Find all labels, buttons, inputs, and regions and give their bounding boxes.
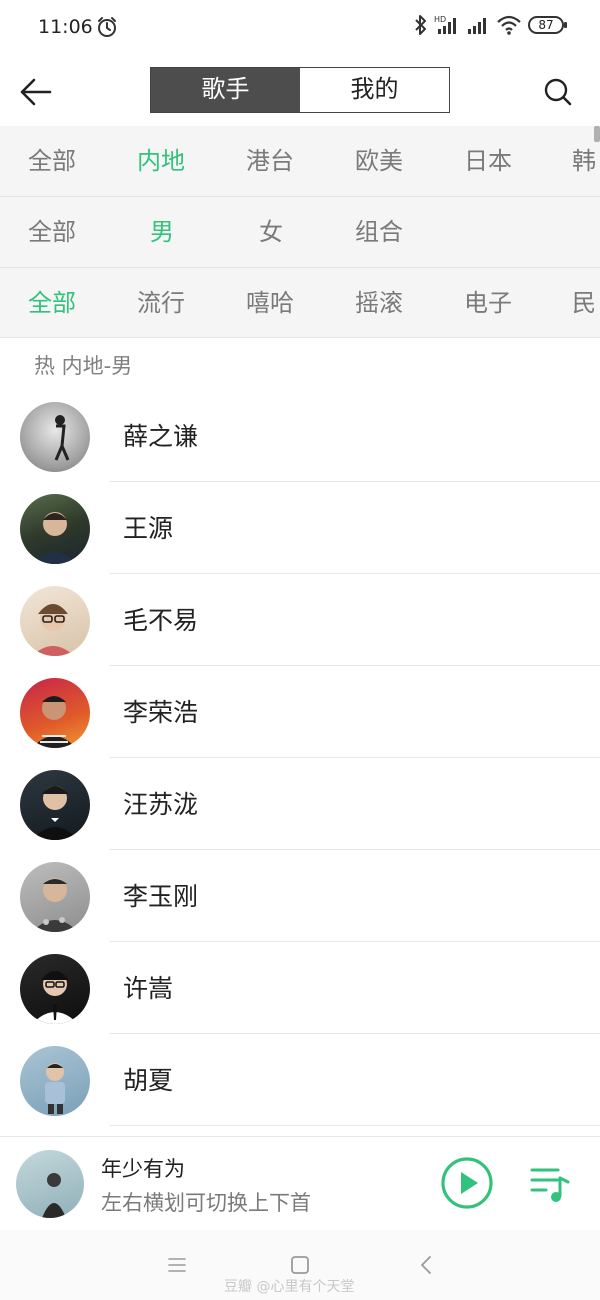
search-icon[interactable] (540, 74, 576, 110)
status-time: 11:06 (38, 16, 93, 38)
row-divider (110, 1125, 600, 1126)
filter-gender-male[interactable]: 男 (150, 197, 260, 267)
singer-row[interactable]: 李玉刚 (0, 850, 600, 942)
filter-scrollbar[interactable] (594, 126, 600, 142)
singer-row[interactable]: 王源 (0, 482, 600, 574)
alarm-icon (98, 17, 116, 37)
hd-signal-icon: HD (434, 15, 456, 34)
tab-mine[interactable]: 我的 (300, 68, 449, 112)
filter-region-western[interactable]: 欧美 (355, 126, 465, 196)
playlist-icon[interactable] (528, 1162, 572, 1206)
singer-avatar (20, 586, 90, 656)
region-filter-row: 全部 内地 港台 欧美 日本 韩 (0, 126, 600, 197)
filter-genre-folk[interactable]: 民 (572, 268, 600, 337)
filter-gender-female[interactable]: 女 (259, 197, 369, 267)
section-title: 热 内地-男 (34, 354, 133, 378)
singer-list: 薛之谦 王源 毛不易 李荣浩 汪苏泷 李玉刚 许嵩 胡夏 (0, 390, 600, 1126)
singer-avatar (20, 402, 90, 472)
singer-avatar (20, 678, 90, 748)
singer-row[interactable]: 汪苏泷 (0, 758, 600, 850)
bluetooth-icon (415, 15, 426, 35)
singer-name: 毛不易 (123, 606, 199, 635)
singer-row[interactable]: 胡夏 (0, 1034, 600, 1126)
singer-avatar (20, 1046, 90, 1116)
mini-player[interactable]: 年少有为 左右横划可切换上下首 (0, 1136, 600, 1230)
system-nav-bar: 豆瓣 @心里有个天堂 (0, 1230, 600, 1300)
filter-panel: 全部 内地 港台 欧美 日本 韩 全部 男 女 组合 全部 流行 嘻哈 摇滚 电… (0, 126, 600, 338)
singer-avatar (20, 770, 90, 840)
singer-avatar (20, 862, 90, 932)
filter-gender-group[interactable]: 组合 (355, 197, 465, 267)
singer-row[interactable]: 李荣浩 (0, 666, 600, 758)
singer-name: 汪苏泷 (123, 790, 199, 819)
battery-icon: 87 (528, 16, 567, 34)
singer-name: 李荣浩 (123, 698, 199, 727)
filter-genre-rock[interactable]: 摇滚 (355, 268, 465, 337)
watermark: 豆瓣 @心里有个天堂 (224, 1279, 355, 1295)
singer-avatar (20, 954, 90, 1024)
signal-icon (468, 18, 486, 34)
nav-back-icon[interactable] (412, 1250, 442, 1280)
filter-genre-all[interactable]: 全部 (28, 268, 138, 337)
genre-filter-row: 全部 流行 嘻哈 摇滚 电子 民 (0, 268, 600, 338)
singer-name: 胡夏 (123, 1066, 174, 1095)
singer-name: 许嵩 (123, 974, 174, 1003)
status-icons: HD 87 (414, 14, 567, 36)
singer-row[interactable]: 毛不易 (0, 574, 600, 666)
singer-avatar (20, 494, 90, 564)
filter-region-hktw[interactable]: 港台 (246, 126, 356, 196)
singer-name: 王源 (123, 514, 174, 543)
menu-icon[interactable] (162, 1250, 192, 1280)
top-bar: 歌手 我的 (0, 58, 600, 126)
status-bar: 11:06 HD 87 (0, 0, 600, 58)
tab-singers[interactable]: 歌手 (151, 68, 300, 112)
singer-name: 薛之谦 (123, 422, 199, 451)
gender-filter-row: 全部 男 女 组合 (0, 197, 600, 268)
filter-genre-hiphop[interactable]: 嘻哈 (246, 268, 356, 337)
filter-region-all[interactable]: 全部 (28, 126, 138, 196)
filter-gender-all[interactable]: 全部 (28, 197, 138, 267)
wifi-icon (497, 15, 521, 35)
filter-genre-pop[interactable]: 流行 (137, 268, 247, 337)
player-song-title: 年少有为 (101, 1157, 185, 1181)
player-hint: 左右横划可切换上下首 (101, 1191, 311, 1215)
singer-row[interactable]: 薛之谦 (0, 390, 600, 482)
filter-genre-electronic[interactable]: 电子 (464, 268, 574, 337)
segmented-tabs: 歌手 我的 (150, 67, 450, 113)
back-arrow-icon[interactable] (16, 72, 56, 112)
filter-region-mainland[interactable]: 内地 (137, 126, 247, 196)
singer-row[interactable]: 许嵩 (0, 942, 600, 1034)
singer-name: 李玉刚 (123, 882, 199, 911)
filter-region-japan[interactable]: 日本 (464, 126, 574, 196)
play-icon[interactable] (440, 1156, 494, 1210)
album-cover[interactable] (16, 1150, 84, 1218)
svg-text:HD: HD (434, 15, 446, 24)
